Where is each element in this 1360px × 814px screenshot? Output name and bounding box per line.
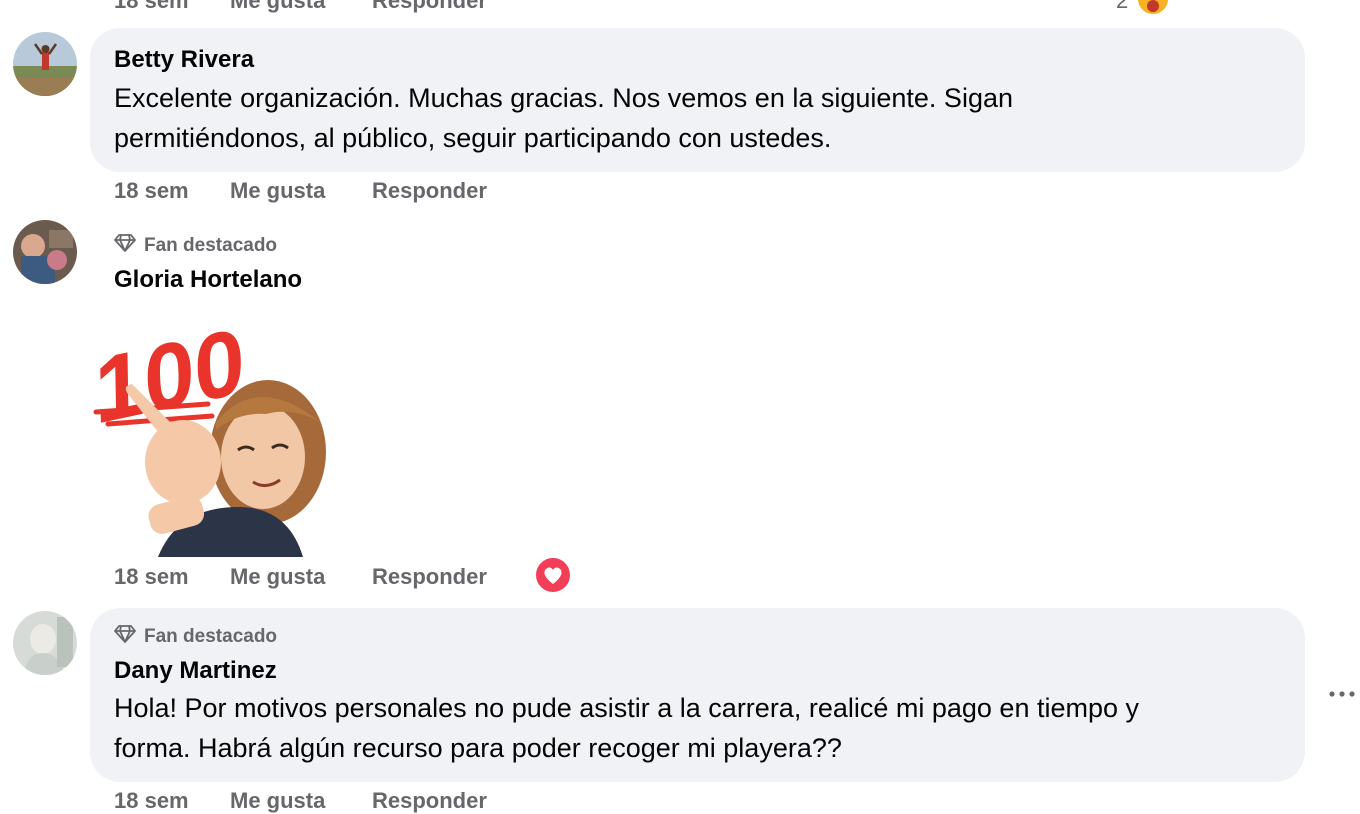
top-fan-label: Fan destacado [144,235,278,256]
diamond-icon [114,233,136,259]
reaction-count[interactable]: 2 [1116,0,1128,14]
top-fan-label: Fan destacado [144,626,278,647]
comment-text-line: Excelente organización. Muchas gracias. … [114,83,1013,113]
comment-time[interactable]: 18 sem [114,0,189,14]
comment-text-line: forma. Habrá algún recurso para poder re… [114,733,842,763]
comment-time[interactable]: 18 sem [114,564,189,590]
avatar[interactable] [13,611,77,675]
reply-button[interactable]: Responder [372,0,487,14]
top-fan-badge: Fan destacado [114,624,277,650]
reply-button[interactable]: Responder [372,564,487,590]
wow-reaction-icon[interactable] [1136,0,1170,16]
comment-author[interactable]: Dany Martinez [114,657,277,685]
avatar[interactable] [13,220,77,284]
comment-author[interactable]: Betty Rivera [114,46,254,74]
comment-text: Excelente organización. Muchas gracias. … [114,78,1284,158]
like-button[interactable]: Me gusta [230,788,325,814]
100-avatar-sticker[interactable]: 100 [82,311,338,557]
top-fan-badge: Fan destacado [114,233,277,259]
comment-time[interactable]: 18 sem [114,178,189,204]
like-button[interactable]: Me gusta [230,178,325,204]
heart-reaction-icon[interactable] [534,556,572,594]
comment-author[interactable]: Gloria Hortelano [114,266,302,294]
avatar[interactable] [13,32,77,96]
reply-button[interactable]: Responder [372,178,487,204]
comment-text-line: Hola! Por motivos personales no pude asi… [114,693,1139,723]
comment-time[interactable]: 18 sem [114,788,189,814]
comment-text-line: permitiéndonos, al público, seguir parti… [114,123,832,153]
like-button[interactable]: Me gusta [230,564,325,590]
reply-button[interactable]: Responder [372,788,487,814]
comment-text: Hola! Por motivos personales no pude asi… [114,688,1294,768]
more-options-icon[interactable] [1328,684,1356,704]
diamond-icon [114,624,136,650]
like-button[interactable]: Me gusta [230,0,325,14]
